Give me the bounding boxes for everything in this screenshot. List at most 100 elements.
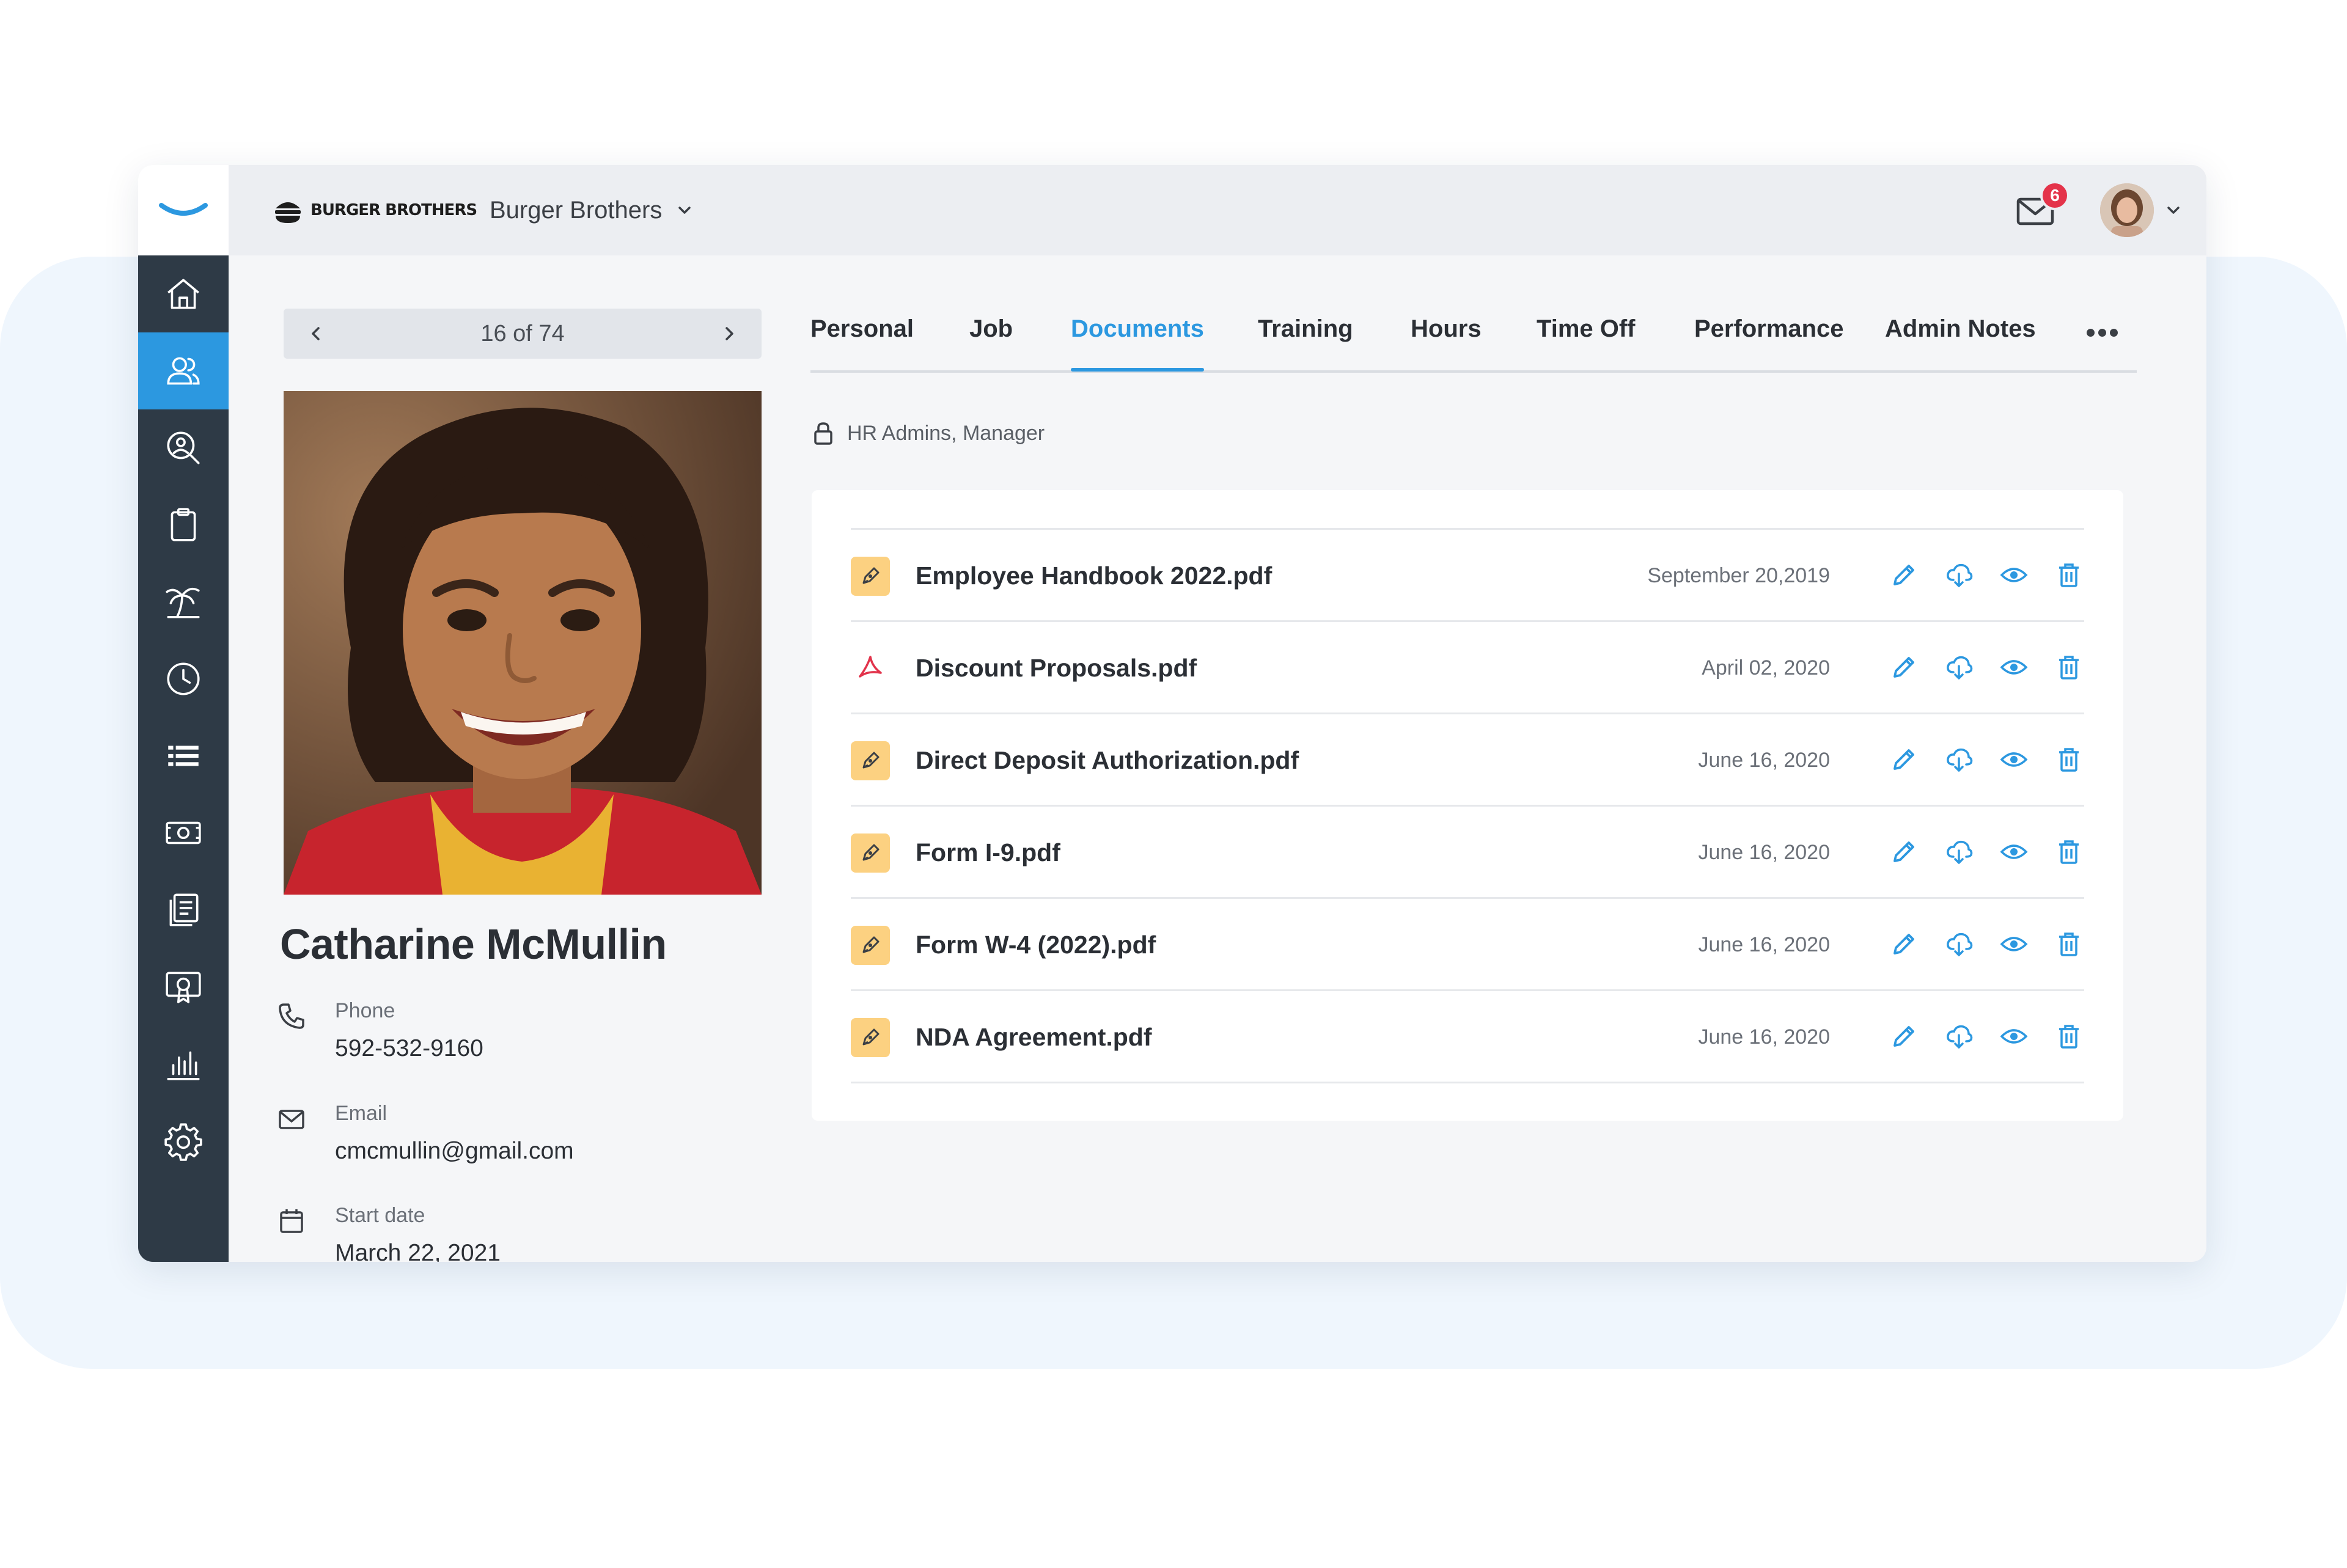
tab-hours[interactable]: Hours: [1411, 315, 1482, 370]
document-date: June 16, 2020: [1698, 933, 1830, 956]
access-info: HR Admins, Manager: [812, 420, 1045, 446]
edit-icon: [1893, 749, 1914, 770]
tab-admin-notes[interactable]: Admin Notes: [1885, 315, 2036, 370]
app-logo[interactable]: [138, 165, 229, 255]
view-icon: [2000, 1029, 2028, 1044]
edit-icon: [1893, 1026, 1914, 1047]
sidebar-item-people[interactable]: [138, 332, 229, 409]
company-selector[interactable]: Burger Brothers: [490, 193, 694, 227]
delete-document-button[interactable]: [2054, 835, 2084, 869]
sidebar-item-scheduling[interactable]: [138, 717, 229, 794]
download-document-button[interactable]: [1944, 650, 1974, 684]
sidebar-item-time-off[interactable]: [138, 563, 229, 640]
users-icon: [167, 357, 200, 385]
top-bar: Burger Brothers Burger Brothers 6: [138, 165, 2206, 255]
row-actions: [1889, 927, 2084, 961]
delete-document-button[interactable]: [2054, 927, 2084, 961]
edit-document-button[interactable]: [1889, 1019, 1919, 1053]
document-name[interactable]: Discount Proposals.pdf: [916, 654, 1197, 683]
document-name[interactable]: Direct Deposit Authorization.pdf: [916, 746, 1299, 775]
tab-documents[interactable]: Documents: [1071, 315, 1204, 372]
download-document-button[interactable]: [1944, 558, 1974, 592]
previous-employee-button[interactable]: [301, 318, 331, 349]
edit-document-button[interactable]: [1889, 927, 1919, 961]
tab-performance[interactable]: Performance: [1694, 315, 1844, 370]
profile-tabs: Personal Job Documents Training Hours Ti…: [810, 306, 2137, 373]
document-name[interactable]: Form I-9.pdf: [916, 838, 1060, 867]
view-icon: [2000, 937, 2028, 951]
sidebar-item-training[interactable]: [138, 948, 229, 1025]
tab-time-off[interactable]: Time Off: [1537, 315, 1636, 370]
view-document-button[interactable]: [1999, 742, 2029, 777]
document-name[interactable]: Form W-4 (2022).pdf: [916, 931, 1156, 959]
more-tabs-button[interactable]: [2087, 314, 2118, 351]
email-info: Email cmcmullin@gmail.com: [276, 1100, 574, 1167]
edit-document-button[interactable]: [1889, 742, 1919, 777]
sidebar-item-time-tracking[interactable]: [138, 640, 229, 717]
phone-label: Phone: [335, 999, 395, 1022]
sidebar-item-recruiting[interactable]: [138, 409, 229, 486]
grid-list-icon: [168, 746, 199, 766]
view-document-button[interactable]: [1999, 835, 2029, 869]
delete-document-button[interactable]: [2054, 650, 2084, 684]
email-value[interactable]: cmcmullin@gmail.com: [335, 1135, 574, 1167]
sidebar-item-documents[interactable]: [138, 871, 229, 948]
view-document-button[interactable]: [1999, 1019, 2029, 1053]
email-label: Email: [335, 1102, 387, 1125]
sidebar-item-reports[interactable]: [138, 1025, 229, 1102]
search-person-icon: [167, 431, 200, 464]
chevron-down-icon: [2167, 207, 2180, 214]
delete-document-button[interactable]: [2054, 742, 2084, 777]
documents-list: Employee Handbook 2022.pdf September 20,2…: [851, 528, 2084, 1083]
document-date: June 16, 2020: [1698, 1025, 1830, 1049]
edit-document-button[interactable]: [1889, 835, 1919, 869]
pdf-icon: [859, 656, 882, 678]
bar-chart-icon: [167, 1051, 200, 1080]
home-icon: [167, 279, 199, 309]
tab-training[interactable]: Training: [1258, 315, 1353, 370]
tab-personal[interactable]: Personal: [810, 315, 914, 370]
pdf-file-icon: [851, 649, 890, 688]
phone-info: Phone 592-532-9160: [276, 997, 483, 1064]
sidebar-item-home[interactable]: [138, 255, 229, 332]
row-actions: [1889, 650, 2084, 684]
employee-photo: [284, 391, 762, 895]
edit-icon: [1893, 565, 1914, 585]
view-document-button[interactable]: [1999, 927, 2029, 961]
download-icon: [1947, 656, 1973, 680]
sidebar-item-onboarding[interactable]: [138, 486, 229, 563]
document-date: June 16, 2020: [1698, 841, 1830, 864]
phone-value[interactable]: 592-532-9160: [335, 1033, 483, 1064]
e-sign-icon: [862, 752, 880, 769]
edit-icon: [1893, 934, 1914, 954]
document-name[interactable]: Employee Handbook 2022.pdf: [916, 562, 1272, 590]
sidebar-item-settings[interactable]: [138, 1102, 229, 1179]
tab-job[interactable]: Job: [969, 315, 1013, 370]
table-row: Direct Deposit Authorization.pdf June 16,…: [851, 714, 2084, 807]
view-icon: [2000, 568, 2028, 582]
document-name[interactable]: NDA Agreement.pdf: [916, 1023, 1151, 1052]
row-actions: [1889, 835, 2084, 869]
download-document-button[interactable]: [1944, 1019, 1974, 1053]
edit-document-button[interactable]: [1889, 650, 1919, 684]
next-employee-button[interactable]: [714, 318, 744, 349]
table-row: NDA Agreement.pdf June 16, 2020: [851, 991, 2084, 1083]
download-document-button[interactable]: [1944, 927, 1974, 961]
download-document-button[interactable]: [1944, 835, 1974, 869]
view-document-button[interactable]: [1999, 558, 2029, 592]
delete-document-button[interactable]: [2054, 1019, 2084, 1053]
e-sign-icon: [862, 936, 880, 953]
delete-document-button[interactable]: [2054, 558, 2084, 592]
notification-badge: 6: [2040, 181, 2070, 210]
edit-document-button[interactable]: [1889, 558, 1919, 592]
sidebar-item-payroll[interactable]: [138, 794, 229, 871]
download-document-button[interactable]: [1944, 742, 1974, 777]
user-menu[interactable]: [2100, 183, 2182, 237]
employee-name: Catharine McMullin: [280, 920, 667, 968]
employee-pager: 16 of 74: [284, 309, 762, 359]
document-date: June 16, 2020: [1698, 749, 1830, 772]
clipboard-icon: [171, 508, 196, 541]
clock-icon: [167, 662, 200, 695]
view-document-button[interactable]: [1999, 650, 2029, 684]
signable-file-icon: [851, 926, 890, 965]
